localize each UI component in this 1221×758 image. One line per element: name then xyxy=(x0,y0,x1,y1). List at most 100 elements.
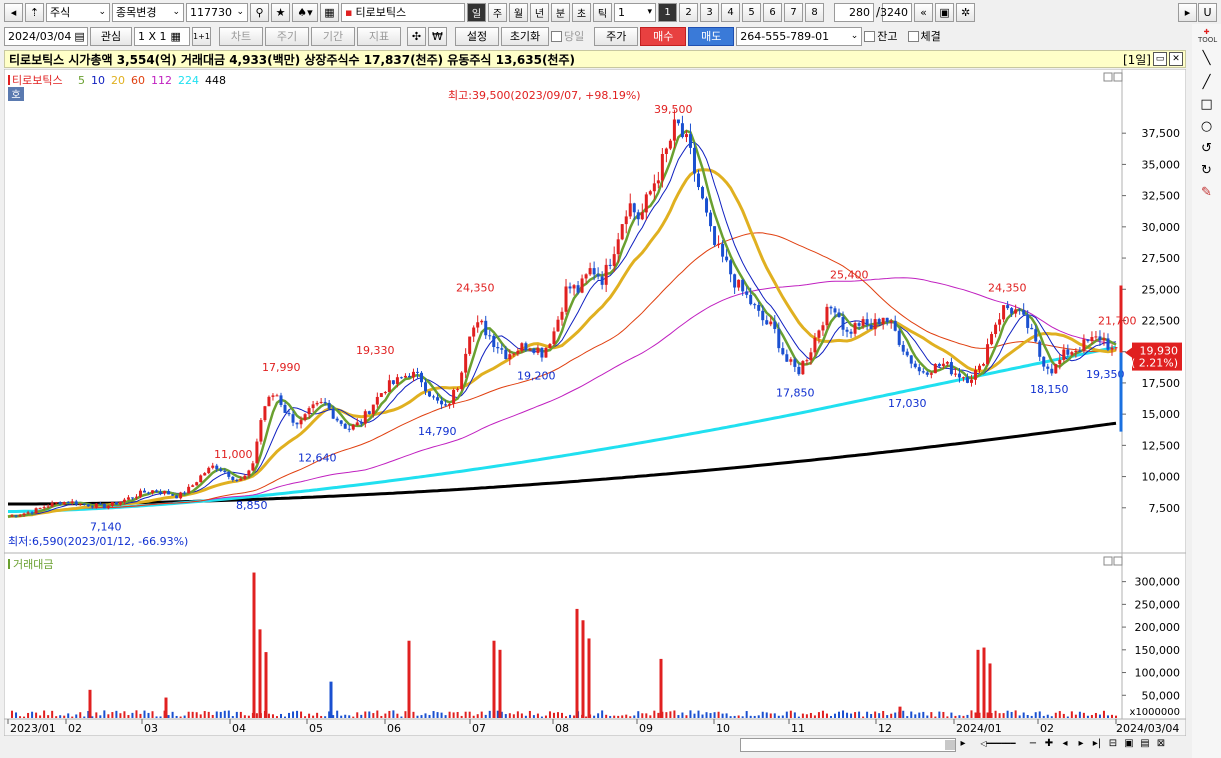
candle-body xyxy=(524,343,528,351)
volume-bar xyxy=(119,713,122,718)
page-button-8[interactable]: 8 xyxy=(805,2,824,22)
erase-icon[interactable]: ✎ xyxy=(1198,184,1215,201)
watch-button[interactable]: 관심 xyxy=(90,26,132,46)
sell-button[interactable]: 매도 xyxy=(688,26,735,46)
pin-icon[interactable]: ◂ xyxy=(4,2,23,22)
period-day[interactable]: 일 xyxy=(467,2,486,22)
fullscreen-icon[interactable]: ⊠ xyxy=(1154,737,1168,751)
chart-area[interactable]: 7,50010,00012,50015,00017,50020,00022,50… xyxy=(4,69,1186,736)
candle-body xyxy=(612,254,616,266)
volume-bar xyxy=(219,711,222,718)
volume-bar xyxy=(51,710,54,718)
won-button[interactable]: ₩ xyxy=(428,26,447,46)
scroll-right-icon[interactable]: ▸ xyxy=(956,737,970,751)
ratio-box[interactable]: 1 X 1 ▦ xyxy=(134,26,190,46)
u-button[interactable]: U xyxy=(1198,3,1217,22)
updown-icon[interactable]: ♠▾ xyxy=(292,2,318,22)
page-button-4[interactable]: 4 xyxy=(721,2,740,22)
candle-body xyxy=(560,311,564,320)
restore-icon[interactable]: ▭ xyxy=(1153,52,1167,66)
scroll-thumb[interactable] xyxy=(945,740,955,750)
zoom-out-icon[interactable]: − xyxy=(1026,737,1040,751)
period-year[interactable]: 년 xyxy=(530,2,549,22)
gear-icon[interactable]: ✲ xyxy=(956,2,976,22)
code-input[interactable]: 117730 ⌄ xyxy=(186,2,248,22)
candle-body xyxy=(925,372,929,375)
save-icon[interactable]: ▣ xyxy=(935,2,955,22)
candle-body xyxy=(291,414,295,423)
count-input[interactable]: 280 xyxy=(834,2,874,22)
candle-body xyxy=(452,389,456,404)
period-tick[interactable]: 틱 xyxy=(593,2,612,22)
crosshair-icon[interactable]: ✣ xyxy=(407,26,426,46)
settings-button[interactable]: 설정 xyxy=(455,26,499,46)
volume-bar xyxy=(324,716,327,718)
page-button-6[interactable]: 6 xyxy=(763,2,782,22)
period-second[interactable]: 초 xyxy=(572,2,591,22)
date-value: 2024/03/04 xyxy=(8,29,72,43)
diagonal-tool-icon[interactable]: ╱ xyxy=(1198,74,1215,91)
chart-button[interactable]: 차트 xyxy=(219,26,263,46)
buy-button[interactable]: 매수 xyxy=(640,26,687,46)
candle-body xyxy=(271,395,275,397)
end-icon[interactable]: ▸| xyxy=(1090,737,1104,751)
period-month[interactable]: 월 xyxy=(509,2,528,22)
volume-bar xyxy=(91,716,94,718)
account-select[interactable]: 264-555-789-01 ⌄ xyxy=(736,26,863,46)
fill-checkbox[interactable]: 체결 xyxy=(907,28,941,44)
price-button[interactable]: 주가 xyxy=(594,26,639,46)
circle-tool-icon[interactable]: ○ xyxy=(1198,118,1215,135)
change-select[interactable]: 종목변경 ⌄ xyxy=(112,2,184,22)
candle-body xyxy=(34,508,38,514)
period-week[interactable]: 주 xyxy=(488,2,507,22)
line-tool-icon[interactable]: ╲ xyxy=(1198,50,1215,67)
star-icon[interactable]: ★ xyxy=(271,2,290,22)
candle-body xyxy=(1110,347,1114,350)
plus-one-button[interactable]: 1+1 xyxy=(192,26,211,46)
candle-body xyxy=(1038,341,1042,357)
date-input[interactable]: 2024/03/04 ▤ xyxy=(4,26,88,46)
candle-body xyxy=(853,323,857,334)
reset-button[interactable]: 초기화 xyxy=(501,26,549,46)
volume-bar xyxy=(288,712,291,718)
page-button-7[interactable]: 7 xyxy=(784,2,803,22)
zoom-in-icon[interactable]: ✚ xyxy=(1042,737,1056,751)
range-button[interactable]: 기간 xyxy=(311,26,355,46)
top-icon[interactable]: ⇡ xyxy=(25,2,44,22)
candle-body xyxy=(745,291,749,295)
chart-scrollbar[interactable] xyxy=(740,738,956,752)
cycle-button[interactable]: 주기 xyxy=(265,26,309,46)
undo-icon[interactable]: ↺ xyxy=(1198,140,1215,157)
page-button-1[interactable]: 1 xyxy=(658,2,677,22)
excel-icon[interactable]: ▣ xyxy=(1122,737,1136,751)
zoom-slider-icon[interactable]: ◁━━━━━━ xyxy=(972,737,1024,751)
minus-box-icon[interactable]: ⊟ xyxy=(1106,737,1120,751)
candle-body xyxy=(761,310,765,321)
search-icon[interactable]: ⚲ xyxy=(250,2,269,22)
indicator-button[interactable]: 지표 xyxy=(357,26,401,46)
step-right-icon[interactable]: ▸ xyxy=(1074,737,1088,751)
candle-body xyxy=(1022,310,1026,315)
candle-body xyxy=(279,395,283,405)
rectangle-tool-icon[interactable]: □ xyxy=(1198,96,1215,113)
grid-icon[interactable]: ▦ xyxy=(320,2,339,22)
page-button-2[interactable]: 2 xyxy=(679,2,698,22)
tool-button[interactable]: ✚ TOOL xyxy=(1198,28,1217,45)
step-left-icon[interactable]: ◂ xyxy=(1058,737,1072,751)
collapse-icon[interactable]: ▸ xyxy=(1178,3,1197,22)
price-chart[interactable]: 7,50010,00012,50015,00017,50020,00022,50… xyxy=(4,69,1186,736)
market-select[interactable]: 주식 ⌄ xyxy=(46,2,110,22)
redo-icon[interactable]: ↻ xyxy=(1198,162,1215,179)
period-minute[interactable]: 분 xyxy=(551,2,570,22)
period-count-select[interactable]: 1 ▾ xyxy=(614,2,656,22)
same-day-checkbox[interactable]: 당일 xyxy=(551,28,584,44)
page-button-3[interactable]: 3 xyxy=(700,2,719,22)
volume-bar xyxy=(239,711,242,718)
page-button-5[interactable]: 5 xyxy=(742,2,761,22)
balance-checkbox[interactable]: 잔고 xyxy=(864,28,898,44)
volume-bar xyxy=(71,716,74,718)
rewind-icon[interactable]: « xyxy=(914,2,934,22)
close-icon[interactable]: ✕ xyxy=(1169,52,1183,66)
export-icon[interactable]: ▤ xyxy=(1138,737,1152,751)
candle-body xyxy=(363,411,367,424)
